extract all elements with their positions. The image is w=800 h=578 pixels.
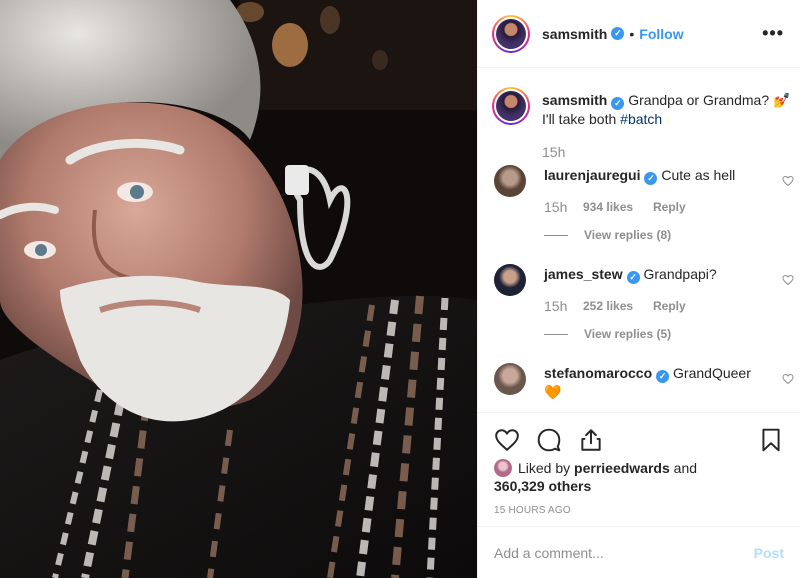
action-icons — [494, 427, 604, 453]
comment-meta: 15h 252 likes Reply — [544, 298, 794, 314]
comment-icon[interactable] — [536, 427, 562, 453]
heart-emoji-icon: 🧡 — [544, 384, 562, 400]
verified-icon: ✓ — [626, 271, 640, 284]
view-replies-label: View replies (8) — [584, 228, 672, 242]
commenter-avatar[interactable] — [494, 363, 526, 395]
comment-meta: 15h 934 likes Reply — [544, 199, 794, 215]
like-comment-heart-icon[interactable] — [782, 175, 794, 187]
comment-item: laurenjauregui ✓ Cute as hell 15h 934 lik… — [494, 165, 794, 242]
instagram-post: samsmith ✓ • Follow ••• samsmith ✓ Grandp… — [0, 0, 800, 578]
separator-dot: • — [629, 25, 635, 42]
comment-item: james_stew ✓ Grandpapi? 15h 252 likes Rep… — [494, 264, 794, 341]
view-replies-label: View replies (5) — [584, 327, 672, 341]
caption-time: 15h — [542, 144, 566, 160]
comment-text: james_stew ✓ Grandpapi? — [544, 264, 772, 284]
comment-input[interactable] — [494, 544, 754, 561]
comment-likes[interactable]: 934 likes — [583, 199, 653, 215]
caption-text: samsmith ✓ Grandpa or Grandma? 💅 I'll tak… — [542, 87, 792, 128]
photo-illustration — [0, 0, 477, 578]
commenter-username[interactable]: stefanomarocco — [544, 365, 652, 381]
more-icon[interactable]: ••• — [762, 23, 784, 44]
replies-divider — [544, 333, 568, 335]
caption-username[interactable]: samsmith — [542, 92, 607, 108]
verified-icon: ✓ — [611, 27, 625, 40]
commenter-username[interactable]: james_stew — [544, 266, 623, 282]
share-icon[interactable] — [578, 427, 604, 453]
likes-count[interactable]: 360,329 others — [494, 478, 591, 494]
liked-by-and: and — [669, 460, 698, 476]
follow-button[interactable]: Follow — [639, 26, 683, 42]
view-replies-button[interactable]: View replies (5) — [544, 327, 794, 341]
reply-button[interactable]: Reply — [653, 199, 686, 215]
commenter-avatar[interactable] — [494, 264, 526, 296]
verified-icon: ✓ — [644, 172, 658, 185]
comment-time: 15h — [544, 199, 568, 215]
verified-icon: ✓ — [611, 97, 625, 110]
commenter-avatar[interactable] — [494, 165, 526, 197]
comments-list[interactable]: samsmith ✓ Grandpa or Grandma? 💅 I'll tak… — [478, 69, 800, 412]
caption-avatar[interactable] — [492, 87, 530, 125]
hashtag-link[interactable]: #batch — [620, 111, 662, 127]
heart-icon[interactable] — [494, 427, 520, 453]
liked-by: Liked by perrieedwards and 360,329 other… — [494, 459, 734, 495]
comment-body: Grandpapi? — [643, 266, 717, 282]
commenter-username[interactable]: laurenjauregui — [544, 167, 640, 183]
post-caption: samsmith ✓ Grandpa or Grandma? 💅 I'll tak… — [492, 87, 792, 160]
comment-time: 15h — [544, 298, 568, 314]
liked-by-prefix: Liked by — [518, 460, 575, 476]
post-photo[interactable] — [0, 0, 477, 578]
author-avatar[interactable] — [492, 14, 530, 53]
post-comment-button[interactable]: Post — [754, 545, 784, 561]
replies-divider — [544, 234, 568, 236]
post-side-panel: samsmith ✓ • Follow ••• samsmith ✓ Grandp… — [477, 0, 800, 578]
liker-avatar[interactable] — [494, 459, 512, 477]
post-timestamp[interactable]: 15 HOURS AGO — [494, 505, 571, 516]
post-header: samsmith ✓ • Follow ••• — [478, 0, 800, 68]
comment-item: stefanomarocco ✓ GrandQueer 🧡 — [494, 363, 794, 401]
comment-likes[interactable]: 252 likes — [583, 298, 653, 314]
liker-username[interactable]: perrieedwards — [574, 460, 670, 476]
like-comment-heart-icon[interactable] — [782, 274, 794, 286]
comment-body: Cute as hell — [661, 167, 736, 183]
comment-body: GrandQueer — [673, 365, 751, 381]
view-replies-button[interactable]: View replies (8) — [544, 228, 794, 242]
verified-icon: ✓ — [656, 370, 670, 383]
bookmark-icon[interactable] — [758, 427, 784, 453]
author-username[interactable]: samsmith — [542, 26, 607, 42]
post-actions: Liked by perrieedwards and 360,329 other… — [478, 412, 800, 526]
comment-text: stefanomarocco ✓ GrandQueer 🧡 — [544, 363, 772, 401]
add-comment-bar: Post — [478, 526, 800, 578]
like-comment-heart-icon[interactable] — [782, 373, 794, 385]
comment-text: laurenjauregui ✓ Cute as hell — [544, 165, 772, 185]
reply-button[interactable]: Reply — [653, 298, 686, 314]
